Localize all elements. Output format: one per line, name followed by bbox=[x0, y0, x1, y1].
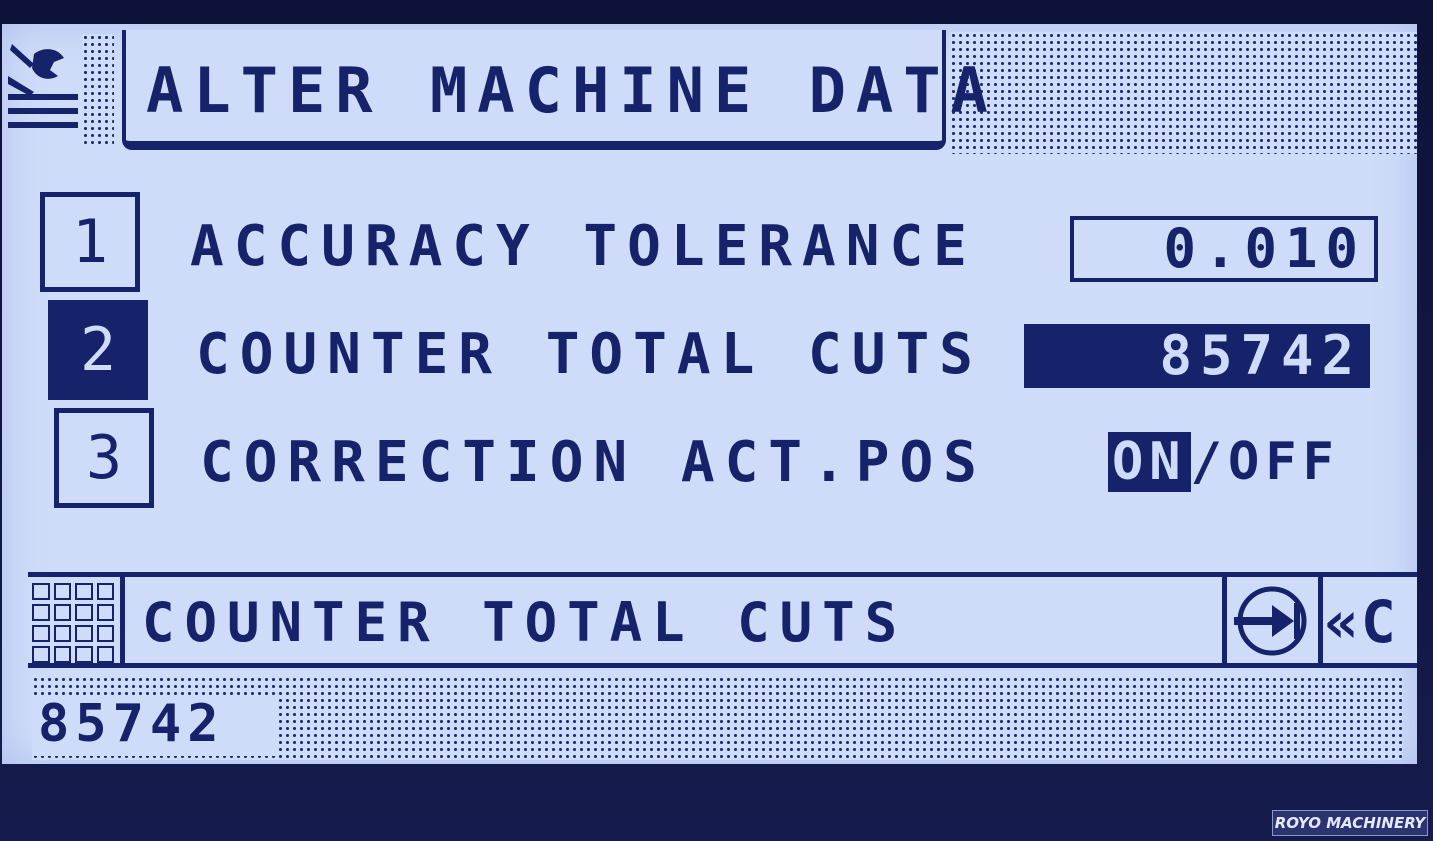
tool-pattern bbox=[82, 34, 114, 146]
watermark-logo: ROYO MACHINERY bbox=[1272, 810, 1428, 836]
tool-menu-button[interactable] bbox=[2, 34, 114, 146]
enter-button[interactable] bbox=[1232, 585, 1312, 657]
title-tab: ALTER MACHINE DATA bbox=[122, 30, 988, 150]
toggle-off-option[interactable]: OFF bbox=[1228, 432, 1340, 492]
counter-total-cuts-field[interactable]: 85742 bbox=[1024, 324, 1370, 388]
status-text: COUNTER TOTAL CUTS bbox=[142, 591, 908, 654]
status-bar: COUNTER TOTAL CUTS «C bbox=[28, 572, 1417, 668]
entry-field[interactable]: 85742 bbox=[34, 696, 276, 756]
separator bbox=[120, 577, 125, 663]
toggle-separator: / bbox=[1190, 432, 1228, 492]
correction-toggle[interactable]: ON/OFF bbox=[1108, 432, 1340, 492]
row-1-label: ACCURACY TOLERANCE bbox=[190, 214, 977, 279]
keypad-icon[interactable] bbox=[32, 583, 114, 663]
separator bbox=[1222, 577, 1227, 663]
row-1-number-button[interactable]: 1 bbox=[40, 192, 140, 292]
backspace-clear-button[interactable]: «C bbox=[1324, 587, 1414, 657]
toggle-on-option[interactable]: ON bbox=[1108, 432, 1191, 492]
display-bezel: ALTER MACHINE DATA 1 ACCURACY TOLERANCE … bbox=[0, 0, 1433, 841]
page-title: ALTER MACHINE DATA bbox=[146, 54, 998, 127]
accuracy-tolerance-field[interactable]: 0.010 bbox=[1070, 216, 1378, 282]
row-2-label: COUNTER TOTAL CUTS bbox=[196, 322, 983, 387]
header-pattern bbox=[950, 32, 1417, 154]
lcd-screen: ALTER MACHINE DATA 1 ACCURACY TOLERANCE … bbox=[2, 24, 1417, 764]
row-3-number-button[interactable]: 3 bbox=[54, 408, 154, 508]
wrench-icon bbox=[8, 44, 78, 128]
separator bbox=[1318, 577, 1323, 663]
back-clear-label: «C bbox=[1324, 588, 1398, 656]
enter-icon bbox=[1234, 586, 1307, 656]
row-3-label: CORRECTION ACT.POS bbox=[200, 430, 987, 495]
row-2-number-button[interactable]: 2 bbox=[48, 300, 148, 400]
